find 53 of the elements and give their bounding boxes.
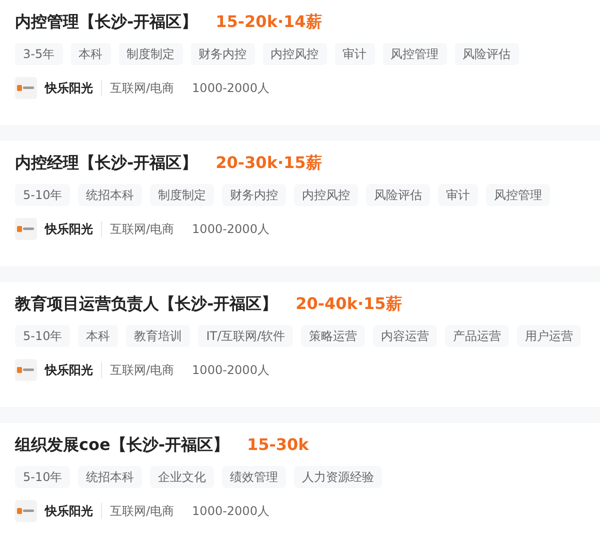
job-tag: 5-10年 (15, 325, 70, 347)
job-tag: 3-5年 (15, 43, 63, 65)
salary: 15-30k (246, 434, 309, 456)
job-tag: 审计 (438, 184, 478, 206)
company-name[interactable]: 快乐阳光 (45, 502, 93, 520)
salary: 15-20k·14薪 (216, 11, 322, 33)
job-title[interactable]: 组织发展coe【长沙-开福区】 (15, 433, 229, 457)
company-name[interactable]: 快乐阳光 (45, 361, 93, 379)
job-tag: 内容运营 (373, 325, 438, 347)
company-logo-icon (15, 77, 37, 99)
job-tag: 绩效管理 (222, 466, 286, 488)
job-tag: 风控管理 (382, 43, 447, 65)
job-tag: 人力资源经验 (294, 466, 382, 488)
job-tag: 审计 (334, 43, 375, 65)
job-title[interactable]: 内控管理【长沙-开福区】 (15, 10, 198, 34)
company-industry: 互联网/电商 (110, 221, 174, 238)
job-tag: 制度制定 (150, 184, 214, 206)
job-tag: 本科 (78, 325, 118, 347)
job-tag: 5-10年 (15, 184, 70, 206)
job-tag: 财务内控 (190, 43, 255, 65)
job-tag: 企业文化 (150, 466, 214, 488)
company-industry: 互联网/电商 (110, 80, 174, 97)
job-tag: 用户运营 (517, 325, 582, 347)
job-tag: 统招本科 (78, 184, 142, 206)
job-tag: IT/互联网/软件 (198, 325, 294, 347)
company-logo-icon (15, 359, 37, 381)
job-tag: 产品运营 (445, 325, 510, 347)
company-name[interactable]: 快乐阳光 (45, 220, 93, 238)
job-tag: 制度制定 (118, 43, 183, 65)
job-tag: 风控管理 (486, 184, 550, 206)
job-tag: 统招本科 (78, 466, 142, 488)
salary: 20-30k·15薪 (216, 152, 322, 174)
company-logo-icon (15, 218, 37, 240)
job-tag: 风险评估 (454, 43, 519, 65)
company-logo-icon (15, 500, 37, 522)
salary: 20-40k·15薪 (296, 293, 402, 315)
company-size: 1000-2000人 (192, 362, 270, 379)
job-tag: 教育培训 (126, 325, 190, 347)
job-title[interactable]: 内控经理【长沙-开福区】 (15, 151, 198, 175)
company-size: 1000-2000人 (192, 80, 270, 97)
job-tag: 策略运营 (301, 325, 366, 347)
job-title[interactable]: 教育项目运营负责人【长沙-开福区】 (15, 292, 278, 316)
job-tag: 内控风控 (262, 43, 327, 65)
job-tag: 本科 (70, 43, 111, 65)
job-tag: 5-10年 (15, 466, 70, 488)
company-industry: 互联网/电商 (110, 503, 174, 520)
company-industry: 互联网/电商 (110, 362, 174, 379)
job-tag: 风险评估 (366, 184, 430, 206)
job-tag: 财务内控 (222, 184, 286, 206)
company-size: 1000-2000人 (192, 221, 270, 238)
company-name[interactable]: 快乐阳光 (45, 79, 93, 97)
company-size: 1000-2000人 (192, 503, 270, 520)
job-tag: 内控风控 (294, 184, 358, 206)
